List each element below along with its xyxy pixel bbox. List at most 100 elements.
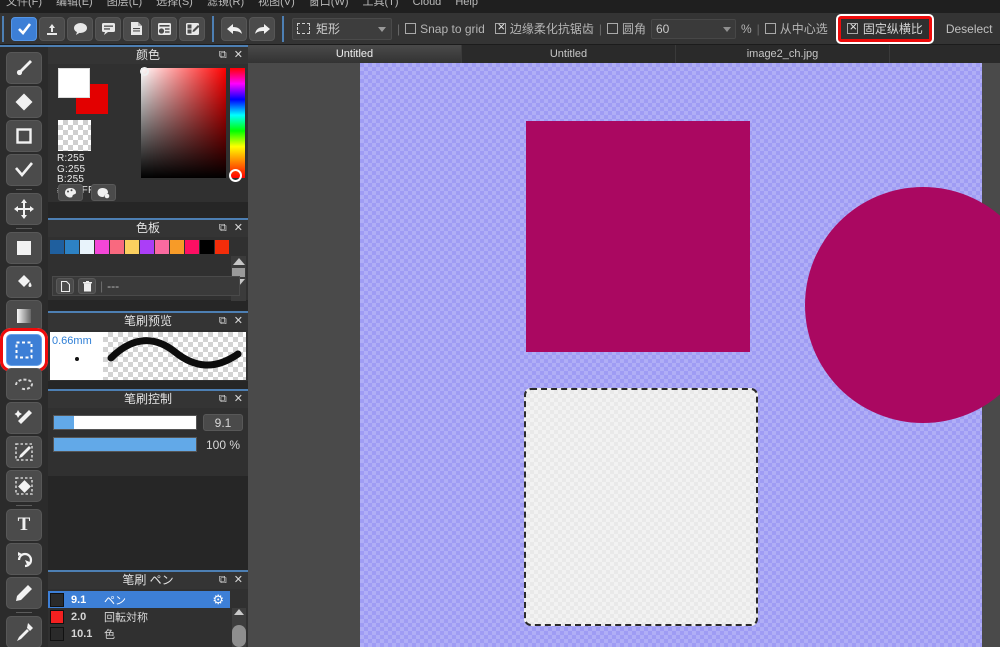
- palette-swatch[interactable]: [170, 240, 184, 254]
- menu-item-cloud[interactable]: Cloud: [413, 0, 442, 8]
- corner-value-input[interactable]: 60: [651, 19, 736, 39]
- canvas-viewport[interactable]: [248, 63, 1000, 647]
- popout-icon[interactable]: ⧉: [219, 313, 227, 330]
- menu-item-edit[interactable]: 编辑(E): [56, 0, 93, 8]
- foreground-color-swatch[interactable]: [58, 68, 90, 98]
- menu-item-select[interactable]: 选择(S): [156, 0, 193, 8]
- magic-wand-tool[interactable]: [6, 402, 42, 434]
- close-icon[interactable]: ✕: [234, 47, 243, 64]
- eyedropper-tool[interactable]: [6, 616, 42, 647]
- antialias-checkbox[interactable]: [495, 23, 506, 34]
- color-mixer-icon[interactable]: [91, 184, 116, 201]
- new-page-icon[interactable]: [56, 278, 74, 294]
- menu-item-file[interactable]: 文件(F): [6, 0, 42, 8]
- color-wheel-icon[interactable]: [58, 184, 83, 201]
- undo-button[interactable]: [221, 17, 247, 41]
- menu-item-layer[interactable]: 图层(L): [107, 0, 142, 8]
- bucket-tool[interactable]: [6, 266, 42, 298]
- hue-slider-cursor[interactable]: [229, 169, 242, 182]
- canvas-surface[interactable]: [360, 63, 982, 647]
- brush-tool[interactable]: [6, 52, 42, 84]
- rect-select-tool[interactable]: [6, 334, 42, 366]
- from-center-checkbox[interactable]: [765, 23, 776, 34]
- brush-list-item[interactable]: 9.1ペン⚙: [48, 591, 230, 608]
- rounded-corner-option[interactable]: 圆角: [607, 20, 646, 37]
- hue-slider[interactable]: [230, 68, 245, 178]
- chat-icon[interactable]: [95, 17, 121, 41]
- shape-tool[interactable]: [6, 120, 42, 152]
- tab-empty[interactable]: [890, 45, 1000, 63]
- curve-tool[interactable]: [6, 154, 42, 186]
- chevron-up-icon[interactable]: [234, 609, 244, 615]
- select-eraser-tool[interactable]: [6, 470, 42, 502]
- brush-opacity-value[interactable]: 100 %: [203, 438, 243, 452]
- snap-to-grid-option[interactable]: Snap to grid: [405, 22, 485, 36]
- eraser-tool[interactable]: [6, 86, 42, 118]
- shape-type-select[interactable]: 矩形: [292, 18, 392, 40]
- palette-swatch[interactable]: [125, 240, 139, 254]
- tab-untitled-1[interactable]: Untitled: [248, 45, 462, 63]
- rounded-corner-checkbox[interactable]: [607, 23, 618, 34]
- tab-image2-ch-jpg[interactable]: image2_ch.jpg: [676, 45, 890, 63]
- tab-untitled-2[interactable]: Untitled: [462, 45, 676, 63]
- close-icon[interactable]: ✕: [234, 220, 243, 237]
- palette-swatch[interactable]: [80, 240, 94, 254]
- move-tool[interactable]: [6, 193, 42, 225]
- close-icon[interactable]: ✕: [234, 572, 243, 589]
- brush-list-scrollbar[interactable]: [232, 608, 246, 647]
- menu-item-view[interactable]: 视图(V): [258, 0, 295, 8]
- fixed-aspect-highlight[interactable]: 固定纵横比: [838, 16, 932, 42]
- magenta-circle[interactable]: [805, 187, 1000, 423]
- magenta-rectangle[interactable]: [526, 121, 750, 352]
- popout-icon[interactable]: ⧉: [219, 391, 227, 408]
- transform-tool[interactable]: [6, 543, 42, 575]
- saturation-value-cursor[interactable]: [140, 67, 149, 76]
- menu-item-window[interactable]: 窗口(W): [309, 0, 349, 8]
- brush-size-slider[interactable]: [53, 415, 197, 430]
- comment-icon[interactable]: [67, 17, 93, 41]
- transparent-color-swatch[interactable]: [58, 120, 91, 151]
- popout-icon[interactable]: ⧉: [219, 220, 227, 237]
- brush-list-item[interactable]: 2.0回転対称: [48, 608, 230, 625]
- palette-swatch[interactable]: [110, 240, 124, 254]
- upload-icon[interactable]: [39, 17, 65, 41]
- palette-swatch[interactable]: [95, 240, 109, 254]
- palette-swatch[interactable]: [215, 240, 229, 254]
- close-icon[interactable]: ✕: [234, 313, 243, 330]
- fixed-aspect-checkbox[interactable]: [847, 23, 858, 34]
- antialias-option[interactable]: 边缘柔化抗锯齿: [495, 20, 594, 37]
- text-tool[interactable]: T: [6, 509, 42, 541]
- active-selection[interactable]: [524, 388, 758, 626]
- lasso-select-tool[interactable]: [6, 368, 42, 400]
- palette-swatch[interactable]: [140, 240, 154, 254]
- brush-list-scroll-thumb[interactable]: [232, 625, 246, 647]
- check-cloud-icon[interactable]: [11, 17, 37, 41]
- brush-list-item[interactable]: 10.1色: [48, 625, 230, 642]
- palette-dropdown-text[interactable]: ---: [107, 279, 119, 293]
- history-icon[interactable]: [151, 17, 177, 41]
- from-center-option[interactable]: 从中心选: [765, 20, 828, 37]
- saturation-value-field[interactable]: [141, 68, 226, 178]
- chevron-up-icon[interactable]: [233, 258, 245, 265]
- menu-item-filter[interactable]: 滤镜(R): [207, 0, 244, 8]
- palette-swatch[interactable]: [200, 240, 214, 254]
- menu-item-help[interactable]: Help: [455, 0, 478, 8]
- document-icon[interactable]: [123, 17, 149, 41]
- gear-icon[interactable]: ⚙: [212, 592, 224, 608]
- brush-size-value[interactable]: 9.1: [203, 414, 243, 431]
- redo-button[interactable]: [249, 17, 275, 41]
- marker-tool[interactable]: [6, 577, 42, 609]
- gradient-tool[interactable]: [6, 300, 42, 332]
- deselect-button[interactable]: Deselect: [946, 22, 993, 36]
- fill-shape-tool[interactable]: [6, 232, 42, 264]
- edit-grid-icon[interactable]: [179, 17, 205, 41]
- popout-icon[interactable]: ⧉: [219, 47, 227, 64]
- select-pen-tool[interactable]: [6, 436, 42, 468]
- palette-swatch[interactable]: [50, 240, 64, 254]
- palette-swatch[interactable]: [185, 240, 199, 254]
- palette-swatch[interactable]: [65, 240, 79, 254]
- snap-to-grid-checkbox[interactable]: [405, 23, 416, 34]
- trash-icon[interactable]: [78, 278, 96, 294]
- popout-icon[interactable]: ⧉: [219, 572, 227, 589]
- close-icon[interactable]: ✕: [234, 391, 243, 408]
